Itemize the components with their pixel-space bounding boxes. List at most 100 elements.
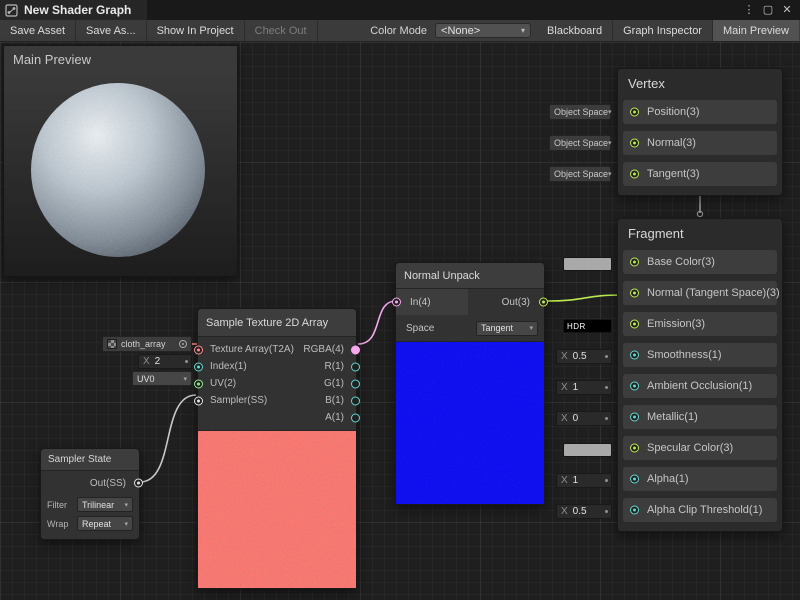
cloth-texture-preview — [198, 430, 356, 588]
alpha-clip-threshold-field[interactable]: X 0.5 — [556, 504, 612, 519]
titlebar: New Shader Graph ⋮ ▢ ✕ — [0, 0, 800, 20]
vertex-node-title: Vertex — [618, 69, 782, 95]
wire-rgba-to-in[interactable] — [358, 301, 396, 344]
base-color-swatch[interactable] — [563, 257, 612, 271]
row-label: Metallic(1) — [647, 411, 698, 423]
close-icon[interactable]: ✕ — [779, 2, 795, 18]
vertex-row-tangent[interactable]: Tangent(3) — [623, 162, 777, 186]
port-smoothness[interactable] — [630, 351, 639, 360]
uv-channel-dropdown[interactable]: UV0 ▾ — [132, 371, 192, 386]
port-ambient-occlusion[interactable] — [630, 382, 639, 391]
space-dropdown[interactable]: Tangent ▾ — [476, 321, 538, 336]
port-out[interactable] — [539, 298, 548, 307]
port-emission[interactable] — [630, 320, 639, 329]
tangent-space-dropdown[interactable]: Object Space ▾ — [549, 166, 611, 182]
port-a[interactable] — [351, 413, 360, 422]
wire-samplerstate-to-sampler[interactable] — [140, 395, 196, 482]
port-g[interactable] — [351, 379, 360, 388]
uv-channel-value: UV0 — [137, 374, 155, 384]
port-in[interactable] — [392, 298, 401, 307]
alpha-field[interactable]: X 1 — [556, 473, 612, 488]
port-rgba[interactable] — [351, 345, 360, 354]
fragment-row-emission[interactable]: Emission(3) — [623, 312, 777, 336]
kebab-menu-icon[interactable]: ⋮ — [741, 2, 757, 18]
specular-color-swatch[interactable] — [563, 443, 612, 457]
port-specular-color[interactable] — [630, 444, 639, 453]
shader-graph-tab[interactable]: New Shader Graph — [0, 0, 147, 20]
port-normal[interactable] — [630, 139, 639, 148]
position-space-dropdown[interactable]: Object Space ▾ — [549, 104, 611, 120]
port-index[interactable] — [194, 362, 203, 371]
wire-out-to-normal[interactable] — [546, 295, 623, 301]
row-label: Normal(3) — [647, 137, 696, 149]
node-title: Sampler State — [41, 449, 139, 471]
sampler-state-node[interactable]: Sampler State Out(SS) Filter Trilinear ▾… — [40, 448, 140, 540]
port-uv[interactable] — [194, 379, 203, 388]
output-label: A(1) — [325, 412, 344, 423]
fragment-rows: Base Color(3) Normal (Tangent Space)(3) … — [618, 245, 782, 531]
fragment-node[interactable]: Fragment Base Color(3) Normal (Tangent S… — [617, 218, 783, 532]
chevron-down-icon: ▾ — [608, 139, 612, 147]
graph-canvas[interactable]: Main Preview Ver — [0, 42, 800, 600]
vertex-node[interactable]: Vertex Position(3) Normal(3) Tangent(3) — [617, 68, 783, 196]
fragment-row-base-color[interactable]: Base Color(3) — [623, 250, 777, 274]
save-asset-button[interactable]: Save Asset — [0, 20, 76, 41]
node-title: Sample Texture 2D Array — [198, 309, 356, 337]
blackboard-toggle-button[interactable]: Blackboard — [537, 20, 613, 41]
row-label: Emission(3) — [647, 318, 705, 330]
texture-array-value: cloth_array — [121, 339, 166, 349]
wrap-label: Wrap — [47, 519, 73, 529]
fragment-row-ambient-occlusion[interactable]: Ambient Occlusion(1) — [623, 374, 777, 398]
index-field[interactable]: X 2 — [138, 354, 192, 369]
vertex-row-normal[interactable]: Normal(3) — [623, 131, 777, 155]
ambient-occlusion-field[interactable]: X 1 — [556, 380, 612, 395]
sample-texture-2d-array-node[interactable]: Sample Texture 2D Array Texture Array(T2… — [197, 308, 357, 589]
normal-space-dropdown[interactable]: Object Space ▾ — [549, 135, 611, 151]
port-position[interactable] — [630, 108, 639, 117]
field-value: 0 — [573, 413, 579, 424]
texture-array-object-field[interactable]: cloth_array — [102, 336, 192, 352]
main-preview-toggle-button[interactable]: Main Preview — [713, 20, 800, 41]
filter-row: Filter Trilinear ▾ — [41, 495, 139, 514]
fragment-row-normal-ts[interactable]: Normal (Tangent Space)(3) — [623, 281, 777, 305]
port-out-ss[interactable] — [134, 479, 143, 488]
metallic-field[interactable]: X 0 — [556, 411, 612, 426]
x-label: X — [557, 475, 573, 486]
object-picker-icon[interactable] — [179, 340, 187, 348]
port-metallic[interactable] — [630, 413, 639, 422]
vertex-row-position[interactable]: Position(3) — [623, 100, 777, 124]
port-texture-array[interactable] — [194, 345, 203, 354]
port-alpha[interactable] — [630, 475, 639, 484]
smoothness-field[interactable]: X 0.5 — [556, 349, 612, 364]
port-sampler[interactable] — [194, 396, 203, 405]
graph-inspector-toggle-button[interactable]: Graph Inspector — [613, 20, 713, 41]
emission-color-swatch[interactable]: HDR — [563, 319, 612, 333]
maximize-icon[interactable]: ▢ — [760, 2, 776, 18]
show-in-project-button[interactable]: Show In Project — [147, 20, 245, 41]
port-b[interactable] — [351, 396, 360, 405]
fragment-row-smoothness[interactable]: Smoothness(1) — [623, 343, 777, 367]
x-label: X — [557, 506, 573, 517]
color-mode-dropdown[interactable]: <None> ▾ — [435, 23, 531, 38]
space-value: Object Space — [554, 138, 608, 148]
port-tangent[interactable] — [630, 170, 639, 179]
fragment-row-specular-color[interactable]: Specular Color(3) — [623, 436, 777, 460]
x-label: X — [557, 351, 573, 362]
fragment-row-alpha-clip-threshold[interactable]: Alpha Clip Threshold(1) — [623, 498, 777, 522]
port-base-color[interactable] — [630, 258, 639, 267]
space-value: Object Space — [554, 169, 608, 179]
port-r[interactable] — [351, 362, 360, 371]
port-normal-tangent-space[interactable] — [630, 289, 639, 298]
port-alpha-clip-threshold[interactable] — [630, 506, 639, 515]
chevron-down-icon: ▾ — [608, 170, 612, 178]
wrap-dropdown[interactable]: Repeat ▾ — [77, 516, 133, 531]
fragment-row-alpha[interactable]: Alpha(1) — [623, 467, 777, 491]
fragment-row-metallic[interactable]: Metallic(1) — [623, 405, 777, 429]
color-mode-value: <None> — [441, 25, 480, 37]
save-as-button[interactable]: Save As... — [76, 20, 147, 41]
row-label: Normal (Tangent Space)(3) — [647, 287, 780, 299]
normal-unpack-node[interactable]: Normal Unpack In(4) Out(3) Space Tangent… — [395, 262, 545, 505]
filter-dropdown[interactable]: Trilinear ▾ — [77, 497, 133, 512]
input-label: Index(1) — [210, 361, 247, 372]
main-preview-panel[interactable]: Main Preview — [4, 46, 237, 276]
